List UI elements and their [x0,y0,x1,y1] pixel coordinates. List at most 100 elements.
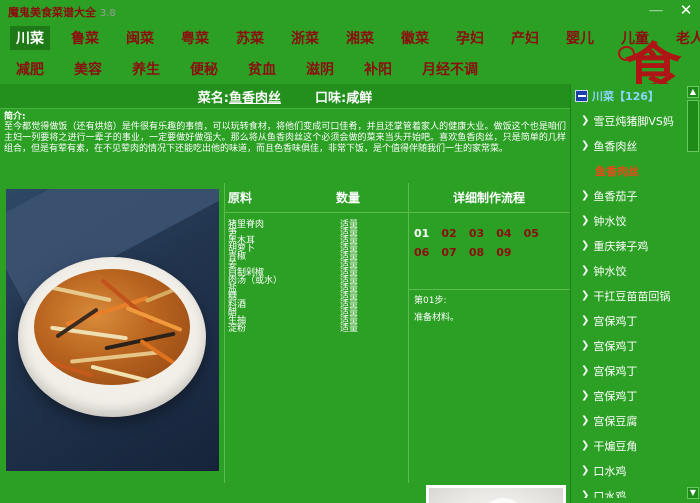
scrollbar-thumb[interactable] [687,100,699,152]
close-icon[interactable]: ✕ [678,2,694,20]
window-controls: — ✕ [648,2,694,20]
ingredients-header: 原料 数量 [224,183,408,213]
tab-buyang[interactable]: 补阳 [358,57,398,81]
tab-yinger[interactable]: 婴儿 [560,26,600,50]
list-item-selected[interactable]: 鱼香肉丝 [571,158,700,183]
steps-header: 详细制作流程 [408,183,570,213]
step-detail-title: 第01步: [414,296,447,306]
list-item[interactable]: ❯ 钟水饺 [571,258,700,283]
list-item[interactable]: ❯ 宫保鸡丁 [571,383,700,408]
tab-xiangcai[interactable]: 湘菜 [340,26,380,50]
list-item[interactable]: ❯ 干煸豆角 [571,433,700,458]
intro-text: 至今都觉得做饭（还有烘焙）是件很有乐趣的事情，可以玩转食材，将他们变成可口佳肴，… [4,122,566,154]
recipe-label: 钟水饺 [593,264,627,278]
step-03[interactable]: 03 [469,225,484,242]
tab-yangsheng[interactable]: 养生 [126,57,166,81]
dish-taste-label: 口味: [315,90,347,106]
tab-meirong[interactable]: 美容 [68,57,108,81]
list-item[interactable]: ❯ 宫保豆腐 [571,408,700,433]
tree-header[interactable]: 川菜【126】 [571,84,700,106]
step-01[interactable]: 01 [414,225,429,242]
chevron-right-icon: ❯ [581,115,590,126]
table-row: 糖 适量 [224,289,408,302]
recipe-label: 重庆辣子鸡 [593,239,649,253]
tab-bianmi[interactable]: 便秘 [184,57,224,81]
chevron-right-icon: ❯ [581,215,590,226]
list-item[interactable]: ❯ 鱼香肉丝 [571,133,700,158]
scroll-up-icon[interactable]: ▲ [687,86,699,98]
tab-yunfu[interactable]: 孕妇 [450,26,490,50]
step-02[interactable]: 02 [441,225,456,242]
header-ingredient-name: 原料 [228,191,253,205]
recipe-sidebar: 川菜【126】 ❯ 雪豆炖猪脚VS妈 ❯ 鱼香肉丝 鱼香肉丝 ❯ 鱼香茄子 ❯ … [570,84,700,503]
tab-row-cuisine: 川菜 鲁菜 闽菜 粤菜 苏菜 浙菜 湘菜 徽菜 孕妇 产妇 婴儿 儿童 老人 [0,22,700,53]
list-item[interactable]: ❯ 口水鸡 [571,458,700,483]
table-row: 肉汤（或水） 适量 [224,273,408,286]
step-08[interactable]: 08 [469,244,484,261]
app-title-text: 魔鬼美食菜谱大全 [8,6,96,19]
table-row: 盐 适量 [224,281,408,294]
tab-huicai[interactable]: 徽菜 [395,26,435,50]
application-window: 魔鬼美食菜谱大全 3.8 — ✕ 川菜 鲁菜 闽菜 粤菜 苏菜 浙菜 湘菜 徽菜… [0,0,700,503]
tab-chanfu[interactable]: 产妇 [505,26,545,50]
tab-zhecai[interactable]: 浙菜 [285,26,325,50]
list-item[interactable]: ❯ 宫保鸡丁 [571,308,700,333]
list-item[interactable]: ❯ 钟水饺 [571,208,700,233]
chevron-right-icon: ❯ [581,290,590,301]
intro-label: 简介: [4,112,26,122]
tab-jianfei[interactable]: 减肥 [10,57,50,81]
table-row: 姜 适量 [224,257,408,270]
step-07[interactable]: 07 [441,244,456,261]
tab-mincai[interactable]: 闽菜 [120,26,160,50]
header-ingredient-qty: 数量 [336,191,361,205]
chevron-right-icon: ❯ [581,340,590,351]
tab-sucai[interactable]: 苏菜 [230,26,270,50]
list-item[interactable]: ❯ 宫保鸡丁 [571,333,700,358]
recipe-label: 口水鸡 [593,464,627,478]
recipe-list[interactable]: ❯ 雪豆炖猪脚VS妈 ❯ 鱼香肉丝 鱼香肉丝 ❯ 鱼香茄子 ❯ 钟水饺 ❯ 重庆… [571,106,700,499]
table-row: 青椒 适量 [224,249,408,262]
list-item[interactable]: ❯ 口水鸡 [571,483,700,499]
chevron-right-icon: ❯ [581,415,590,426]
list-item[interactable]: ❯ 干扛豆苗苗回锅 [571,283,700,308]
table-row: 淀粉 适量 [224,321,408,334]
tab-ziyin[interactable]: 滋阴 [300,57,340,81]
header-steps: 详细制作流程 [452,191,525,205]
step-number-list: 01 02 03 04 05 06 07 08 09 [408,213,570,261]
table-row: 醋 适量 [224,305,408,318]
sidebar-scrollbar[interactable]: ▲ ▼ [687,84,700,503]
table-row: 笋 适量 [224,225,408,238]
step-06[interactable]: 06 [414,244,429,261]
table-row: 猪里脊肉 适量 [224,217,408,230]
list-item[interactable]: ❯ 重庆辣子鸡 [571,233,700,258]
tab-yuejingbutiao[interactable]: 月经不调 [416,57,484,81]
minimize-icon[interactable]: — [648,2,664,20]
step-04[interactable]: 04 [496,225,511,242]
recipe-label: 雪豆炖猪脚VS妈 [593,114,674,128]
ingredient-qty: 适量 [340,324,359,334]
step-09[interactable]: 09 [496,244,511,261]
recipe-label: 宫保鸡丁 [593,389,638,403]
tab-lucai[interactable]: 鲁菜 [65,26,105,50]
recipe-label: 宫保鸡丁 [593,314,638,328]
category-tabs: 川菜 鲁菜 闽菜 粤菜 苏菜 浙菜 湘菜 徽菜 孕妇 产妇 婴儿 儿童 老人 减… [0,22,700,98]
chevron-right-icon: ❯ [581,240,590,251]
tab-ertong[interactable]: 儿童 [615,26,655,50]
chevron-right-icon: ❯ [581,190,590,201]
tab-pinxue[interactable]: 贫血 [242,57,282,81]
photo-bowl [18,257,206,417]
list-item[interactable]: ❯ 宫保鸡丁 [571,358,700,383]
step-05[interactable]: 05 [524,225,539,242]
title-bar: 魔鬼美食菜谱大全 3.8 — ✕ [0,0,700,22]
scroll-down-icon[interactable]: ▼ [687,487,699,499]
list-item[interactable]: ❯ 雪豆炖猪脚VS妈 [571,108,700,133]
tab-laoren[interactable]: 老人 [670,26,700,50]
recipe-label: 口水鸡 [593,489,627,499]
table-row: 胡萝卜 适量 [224,241,408,254]
table-row: 生抽 适量 [224,313,408,326]
steps-panel: 详细制作流程 01 02 03 04 05 06 07 08 09 第01步: … [408,183,570,483]
tab-yuecai[interactable]: 粤菜 [175,26,215,50]
ingredient-name: 淀粉 [228,324,247,334]
tab-chuancai[interactable]: 川菜 [10,25,50,50]
list-item[interactable]: ❯ 鱼香茄子 [571,183,700,208]
